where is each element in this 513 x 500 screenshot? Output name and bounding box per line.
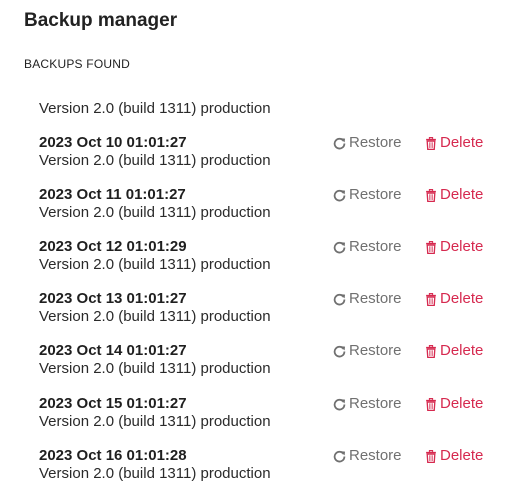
restore-button[interactable]: Restore [333, 134, 402, 152]
delete-label: Delete [440, 395, 484, 412]
backup-date: 2023 Oct 15 01:01:27 [39, 395, 187, 412]
refresh-icon [333, 345, 346, 358]
restore-button[interactable]: Restore [333, 290, 402, 308]
backup-row: 2023 Oct 13 01:01:27 Version 2.0 (build … [39, 290, 499, 334]
backup-row: 2023 Oct 14 01:01:27 Version 2.0 (build … [39, 342, 499, 386]
delete-button[interactable]: Delete [424, 134, 483, 152]
backup-date: 2023 Oct 14 01:01:27 [39, 342, 187, 359]
backup-date: 2023 Oct 10 01:01:27 [39, 134, 187, 151]
backup-version: Version 2.0 (build 1311) production [39, 152, 271, 169]
restore-label: Restore [349, 395, 402, 412]
delete-button[interactable]: Delete [424, 342, 483, 360]
delete-button[interactable]: Delete [424, 238, 483, 256]
refresh-icon [333, 450, 346, 463]
restore-label: Restore [349, 238, 402, 255]
backup-version: Version 2.0 (build 1311) production [39, 308, 271, 325]
backup-version: Version 2.0 (build 1311) production [39, 413, 271, 430]
backup-list: Version 2.0 (build 1311) production 2023… [0, 0, 513, 500]
current-version-text: Version 2.0 (build 1311) production [39, 100, 271, 117]
delete-label: Delete [440, 290, 484, 307]
backup-version: Version 2.0 (build 1311) production [39, 204, 271, 221]
trash-icon [424, 292, 437, 306]
backup-row: 2023 Oct 12 01:01:29 Version 2.0 (build … [39, 238, 499, 282]
restore-button[interactable]: Restore [333, 186, 402, 204]
trash-icon [424, 397, 437, 411]
backup-date: 2023 Oct 13 01:01:27 [39, 290, 187, 307]
delete-button[interactable]: Delete [424, 447, 483, 465]
trash-icon [424, 188, 437, 202]
refresh-icon [333, 189, 346, 202]
trash-icon [424, 136, 437, 150]
delete-label: Delete [440, 186, 484, 203]
backup-row: 2023 Oct 15 01:01:27 Version 2.0 (build … [39, 395, 499, 439]
delete-button[interactable]: Delete [424, 186, 483, 204]
backup-row: 2023 Oct 10 01:01:27 Version 2.0 (build … [39, 134, 499, 178]
trash-icon [424, 344, 437, 358]
refresh-icon [333, 293, 346, 306]
trash-icon [424, 449, 437, 463]
restore-label: Restore [349, 186, 402, 203]
restore-label: Restore [349, 290, 402, 307]
refresh-icon [333, 137, 346, 150]
delete-label: Delete [440, 238, 484, 255]
delete-button[interactable]: Delete [424, 290, 483, 308]
delete-button[interactable]: Delete [424, 395, 483, 413]
restore-button[interactable]: Restore [333, 342, 402, 360]
backup-version: Version 2.0 (build 1311) production [39, 465, 271, 482]
delete-label: Delete [440, 134, 484, 151]
restore-label: Restore [349, 447, 402, 464]
restore-label: Restore [349, 342, 402, 359]
refresh-icon [333, 398, 346, 411]
backup-row: 2023 Oct 11 01:01:27 Version 2.0 (build … [39, 186, 499, 230]
trash-icon [424, 240, 437, 254]
backup-date: 2023 Oct 12 01:01:29 [39, 238, 187, 255]
restore-label: Restore [349, 134, 402, 151]
backup-date: 2023 Oct 16 01:01:28 [39, 447, 187, 464]
restore-button[interactable]: Restore [333, 447, 402, 465]
restore-button[interactable]: Restore [333, 238, 402, 256]
delete-label: Delete [440, 447, 484, 464]
backup-row: 2023 Oct 16 01:01:28 Version 2.0 (build … [39, 447, 499, 491]
backup-version: Version 2.0 (build 1311) production [39, 360, 271, 377]
refresh-icon [333, 241, 346, 254]
delete-label: Delete [440, 342, 484, 359]
restore-button[interactable]: Restore [333, 395, 402, 413]
backup-date: 2023 Oct 11 01:01:27 [39, 186, 186, 203]
backup-version: Version 2.0 (build 1311) production [39, 256, 271, 273]
